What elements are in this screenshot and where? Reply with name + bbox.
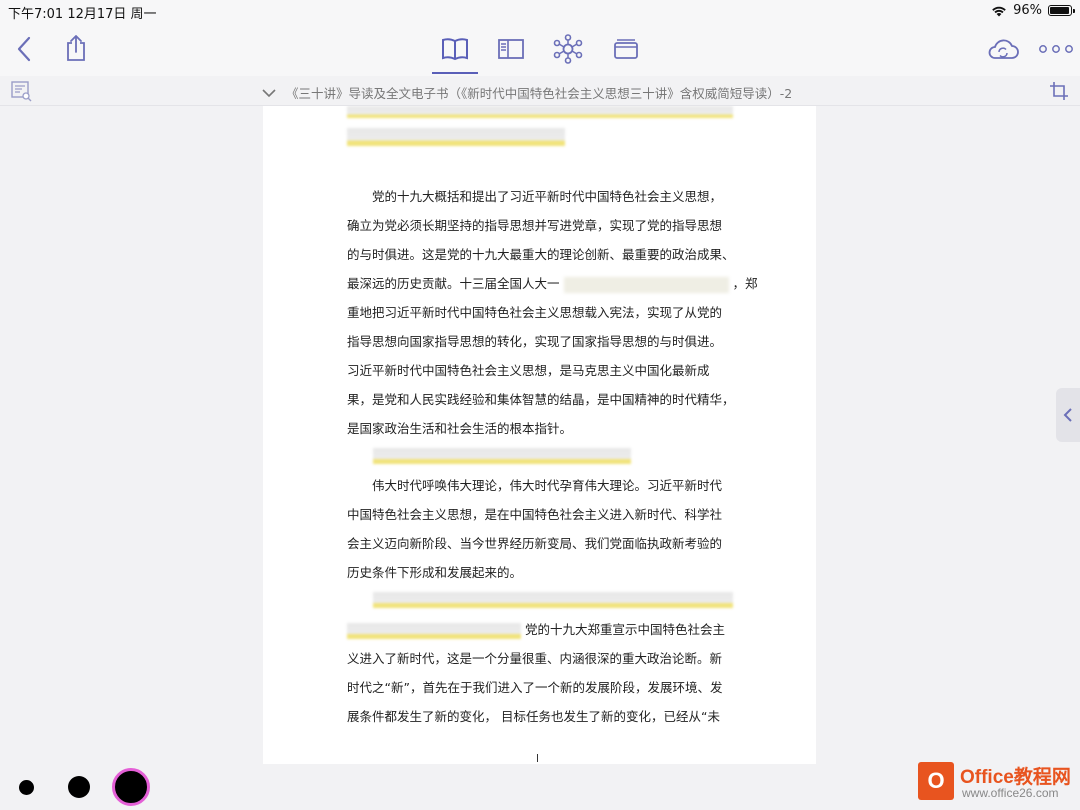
blurred-highlight xyxy=(347,128,565,146)
chevron-down-icon xyxy=(262,88,276,97)
text-line: 最深远的历史贡献。十三届全国人大一 ，郑 xyxy=(347,269,758,298)
text-line: 伟大时代呼唤伟大理论，伟大时代孕育伟大理论。习近平新时代 xyxy=(372,478,723,493)
paragraph-1: 党的十九大概括和提出了习近平新时代中国特色社会主义思想， 确立为党必须长期坚持的… xyxy=(347,182,758,443)
pen-size-medium[interactable] xyxy=(68,776,90,798)
share-button[interactable] xyxy=(60,32,92,64)
text-line: 党的十九大郑重宣示中国特色社会主 xyxy=(347,615,737,644)
outline-search-icon xyxy=(11,81,32,102)
text-segment: ，郑 xyxy=(732,276,758,291)
status-right: 96% xyxy=(991,3,1075,18)
text-line: 时代之“新”，首先在于我们进入了一个新的发展阶段，发展环境、发 xyxy=(347,680,723,695)
panel-icon xyxy=(498,39,524,59)
text-line: 中国特色社会主义思想，是在中国特色社会主义进入新时代、科学社 xyxy=(347,507,723,522)
tab-book[interactable] xyxy=(438,34,472,64)
paragraph-2: 伟大时代呼唤伟大理论，伟大时代孕育伟大理论。习近平新时代 中国特色社会主义思想，… xyxy=(347,471,737,587)
blurred-highlight xyxy=(347,622,521,639)
text-line: 重地把习近平新时代中国特色社会主义思想载入宪法，实现了从党的 xyxy=(347,305,723,320)
text-line: 党的十九大概括和提出了习近平新时代中国特色社会主义思想， xyxy=(372,189,723,204)
text-segment: 党的十九大郑重宣示中国特色社会主 xyxy=(525,622,726,637)
text-line: 展条件都发生了新的变化， 目标任务也发生了新的变化，已经从“未 xyxy=(347,709,720,724)
crop-icon xyxy=(1050,82,1068,100)
paragraph-3: 党的十九大郑重宣示中国特色社会主 义进入了新时代，这是一个分量很重、内涵很深的重… xyxy=(347,615,737,731)
battery-fill xyxy=(1050,7,1070,14)
page-marker xyxy=(537,754,538,762)
cloud-sync-icon xyxy=(988,39,1019,59)
text-line: 的与时俱进。这是党的十九大最重大的理论创新、最重要的政治成果、 xyxy=(347,247,735,262)
more-button[interactable] xyxy=(1036,36,1076,62)
text-line: 历史条件下形成和发展起来的。 xyxy=(347,565,523,580)
pen-size-small[interactable] xyxy=(19,780,34,795)
cards-icon xyxy=(614,39,638,59)
text-line: 确立为党必须长期坚持的指导思想并写进党章，实现了党的指导思想 xyxy=(347,218,723,233)
battery-icon xyxy=(1048,5,1075,16)
text-line: 指导思想向国家指导思想的转化，实现了国家指导思想的与时俱进。 xyxy=(347,334,723,349)
mindmap-icon xyxy=(553,34,583,64)
text-segment: 最深远的历史贡献。十三届全国人大一 xyxy=(347,276,560,291)
blurred-highlight xyxy=(347,106,733,118)
more-icon xyxy=(1039,45,1073,53)
text-line: 是国家政治生活和社会生活的根本指针。 xyxy=(347,421,573,436)
toolbar xyxy=(0,22,1080,76)
cloud-sync-button[interactable] xyxy=(985,34,1021,64)
status-datetime: 下午7:01 12月17日 周一 xyxy=(8,7,157,22)
side-panel-handle[interactable] xyxy=(1056,388,1080,442)
office-logo-icon: O xyxy=(918,762,954,800)
back-button[interactable] xyxy=(10,34,38,64)
active-tab-indicator xyxy=(432,72,478,74)
watermark-logo: O Office教程网 www.office26.com xyxy=(918,760,1078,804)
status-bar: 下午7:01 12月17日 周一 96% xyxy=(0,0,1080,22)
watermark-name: Office教程网 xyxy=(960,767,1071,788)
text-line: 习近平新时代中国特色社会主义思想，是马克思主义中国化最新成 xyxy=(347,363,710,378)
chevron-left-icon xyxy=(1063,408,1072,422)
text-line: 果，是党和人民实践经验和集体智慧的结晶，是中国精神的时代精华， xyxy=(347,392,735,407)
wifi-icon xyxy=(992,6,1006,16)
tab-panel[interactable] xyxy=(494,34,528,64)
watermark-url: www.office26.com xyxy=(962,786,1059,800)
document-title: 《三十讲》导读及全文电子书（《新时代中国特色社会主义思想三十讲》含权威简短导读）… xyxy=(286,86,793,101)
blurred-text xyxy=(563,276,729,293)
text-line: 会主义迈向新阶段、当今世界经历新变局、我们党面临执政新考验的 xyxy=(347,536,723,551)
blurred-highlight xyxy=(373,448,631,464)
tab-mindmap[interactable] xyxy=(551,32,585,66)
share-icon xyxy=(67,35,85,61)
book-icon xyxy=(442,38,468,61)
crop-button[interactable] xyxy=(1046,79,1072,103)
document-page[interactable]: 党的十九大概括和提出了习近平新时代中国特色社会主义思想， 确立为党必须长期坚持的… xyxy=(263,106,816,764)
table-of-contents-button[interactable] xyxy=(8,79,34,103)
pen-size-large-selected[interactable] xyxy=(112,768,150,806)
document-title-dropdown[interactable]: 《三十讲》导读及全文电子书（《新时代中国特色社会主义思想三十讲》含权威简短导读）… xyxy=(262,83,792,102)
blurred-highlight xyxy=(373,592,733,608)
tab-cards[interactable] xyxy=(609,34,643,64)
text-line: 义进入了新时代，这是一个分量很重、内涵很深的重大政治论断。新 xyxy=(347,651,723,666)
back-icon xyxy=(17,36,31,62)
battery-percent: 96% xyxy=(1013,3,1042,18)
document-header: 《三十讲》导读及全文电子书（《新时代中国特色社会主义思想三十讲》含权威简短导读）… xyxy=(0,76,1080,106)
